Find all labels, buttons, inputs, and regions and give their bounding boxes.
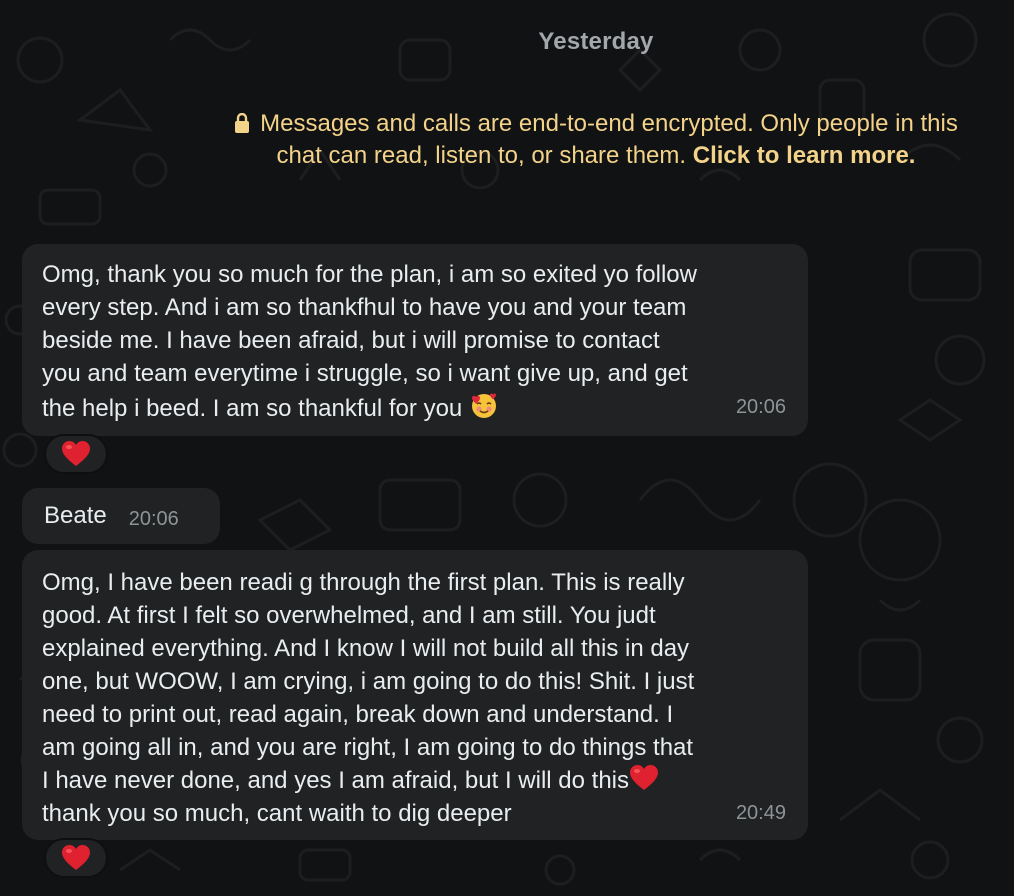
red-heart-icon — [62, 845, 90, 870]
lock-icon — [235, 113, 250, 133]
message-reaction[interactable] — [44, 434, 108, 474]
message-bubble[interactable]: Omg, I have been readi g through the fir… — [22, 550, 808, 840]
smiling-face-with-hearts-icon — [471, 393, 496, 418]
red-heart-icon — [630, 765, 658, 790]
encryption-notice[interactable]: Messages and calls are end-to-end encryp… — [210, 108, 982, 172]
learn-more-link[interactable]: Click to learn more. — [693, 142, 916, 169]
message-text: Omg, I have been readi g through the fir… — [42, 569, 695, 827]
date-separator: Yesterday — [538, 28, 654, 55]
message-text: Omg, thank you so much for the plan, i a… — [42, 261, 697, 422]
message-timestamp: 20:06 — [735, 396, 786, 418]
red-heart-icon — [62, 441, 90, 466]
message-reaction[interactable] — [44, 838, 108, 878]
sender-name: Beate — [44, 502, 107, 529]
message-bubble[interactable]: Omg, thank you so much for the plan, i a… — [22, 244, 808, 436]
sender-name-bubble[interactable]: Beate 20:06 — [22, 488, 220, 544]
chat-view: Yesterday Messages and calls are end-to-… — [0, 0, 1014, 896]
message-timestamp: 20:06 — [128, 507, 179, 530]
message-timestamp: 20:49 — [735, 802, 786, 824]
